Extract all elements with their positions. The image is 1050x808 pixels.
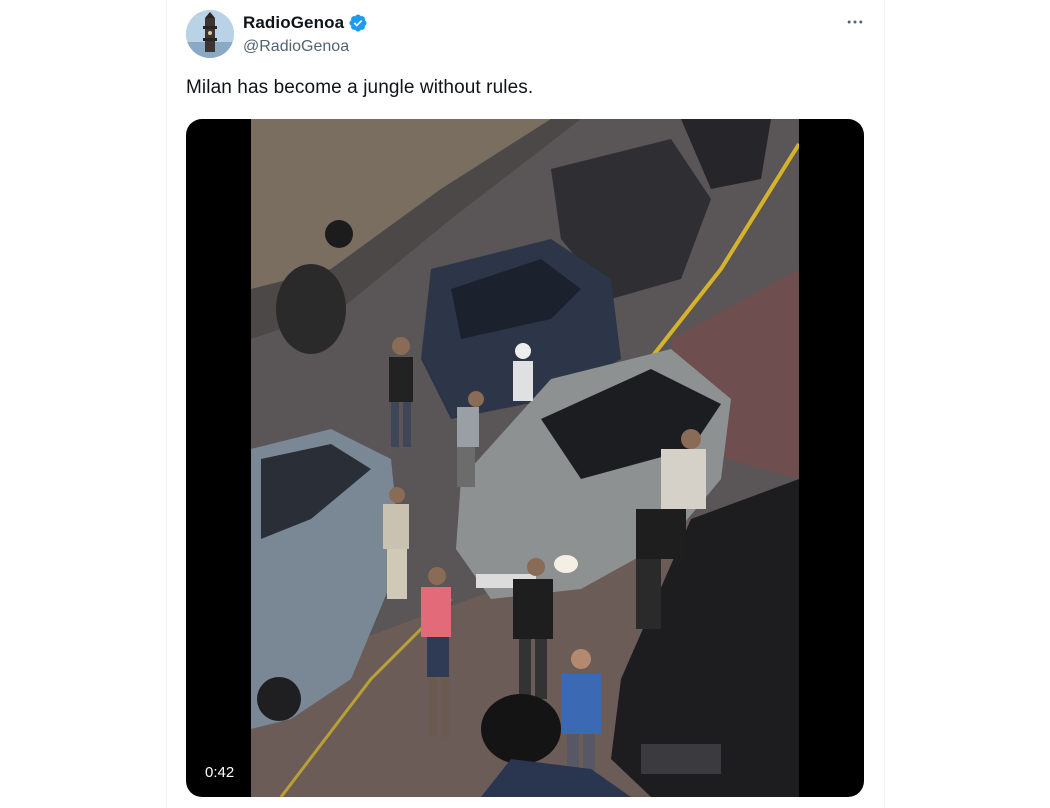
verified-badge-icon[interactable] (348, 13, 368, 33)
author-block: RadioGenoa @RadioGenoa (243, 12, 368, 56)
page: RadioGenoa @RadioGenoa Milan has become … (0, 0, 1050, 808)
video-thumbnail (251, 119, 799, 797)
more-options-button[interactable] (841, 8, 869, 36)
video-duration-badge: 0:42 (198, 761, 242, 784)
author-handle[interactable]: @RadioGenoa (243, 38, 368, 56)
more-horizontal-icon (847, 20, 863, 24)
tweet[interactable]: RadioGenoa @RadioGenoa Milan has become … (167, 0, 884, 808)
author-name[interactable]: RadioGenoa (243, 13, 344, 33)
video-player[interactable]: 0:42 (186, 119, 864, 797)
timeline-border-right (884, 0, 885, 808)
avatar[interactable] (186, 10, 234, 58)
tweet-text: Milan has become a jungle without rules. (186, 77, 534, 98)
